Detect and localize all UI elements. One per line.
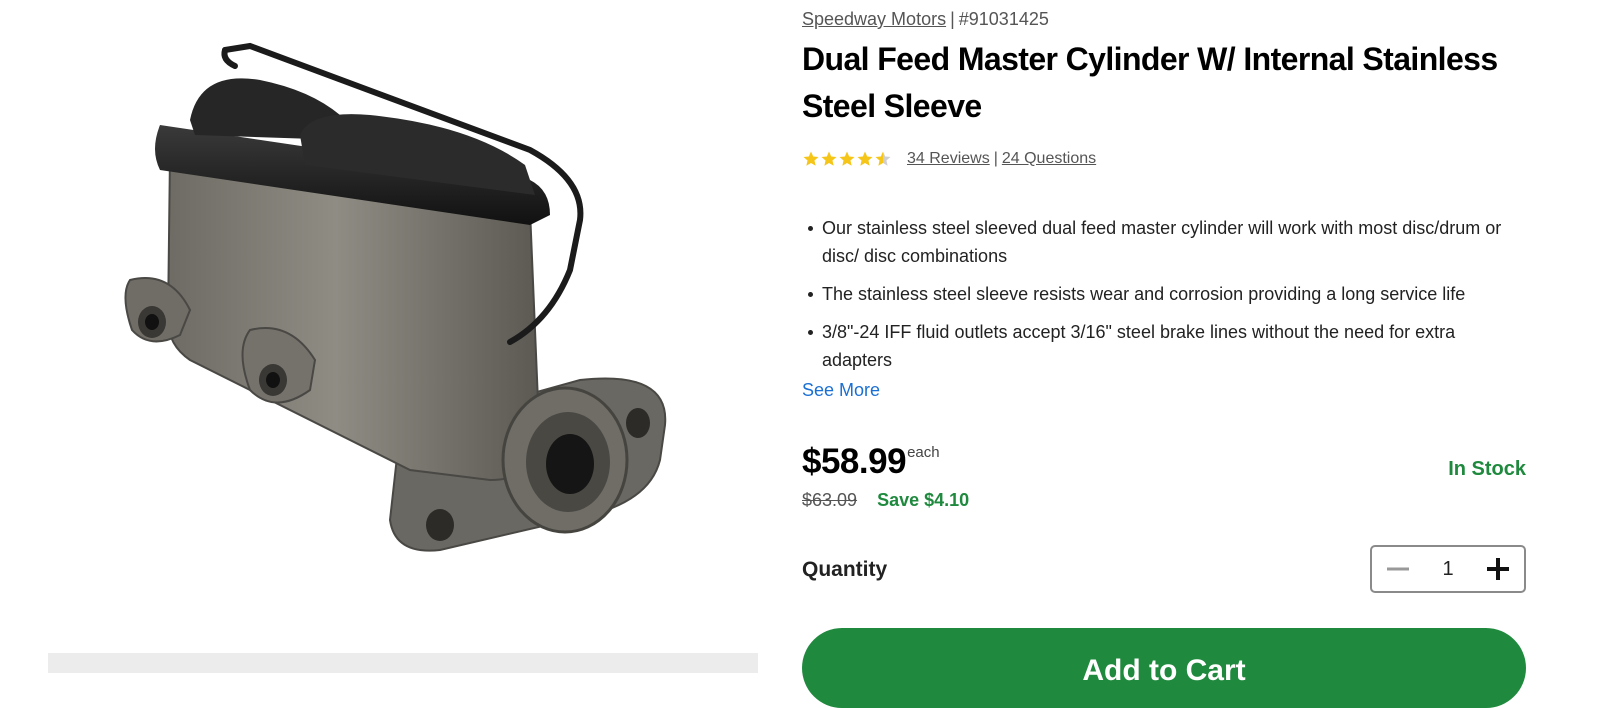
- product-gallery: [0, 0, 760, 673]
- rating-row: 34 Reviews | 24 Questions: [802, 150, 1096, 168]
- brand-link[interactable]: Speedway Motors: [802, 9, 946, 29]
- savings-badge: Save $4.10: [877, 490, 970, 510]
- add-to-cart-button[interactable]: Add to Cart: [802, 628, 1526, 708]
- price-row: $58.99 each: [802, 442, 940, 482]
- feature-item: 3/8"-24 IFF fluid outlets accept 3/16" s…: [808, 318, 1526, 374]
- star-half-icon: [875, 151, 891, 166]
- price: $58.99: [802, 442, 907, 481]
- minus-icon: [1387, 567, 1409, 571]
- star-icon: [821, 151, 837, 166]
- star-icon: [803, 151, 819, 166]
- thumbnail-strip: [48, 653, 758, 673]
- feature-item: The stainless steel sleeve resists wear …: [808, 280, 1526, 308]
- product-title: Dual Feed Master Cylinder W/ Internal St…: [802, 41, 1498, 124]
- quantity-stepper: 1: [1370, 545, 1526, 593]
- star-icon: [857, 151, 873, 166]
- product-info: Speedway Motors | #91031425 Dual Feed Mast…: [802, 0, 1526, 708]
- quantity-label: Quantity: [802, 558, 888, 581]
- sku: #91031425: [958, 9, 1049, 29]
- plus-icon: [1487, 558, 1509, 580]
- separator: |: [950, 9, 955, 29]
- decrease-quantity-button[interactable]: [1372, 547, 1424, 591]
- product-image[interactable]: [110, 30, 700, 590]
- see-more-link[interactable]: See More: [802, 380, 880, 401]
- quantity-value[interactable]: 1: [1442, 558, 1453, 581]
- stock-status: In Stock: [1448, 458, 1526, 480]
- separator: |: [993, 150, 998, 167]
- star-icon: [839, 151, 855, 166]
- was-price: $63.09: [802, 490, 858, 510]
- increase-quantity-button[interactable]: [1472, 547, 1524, 591]
- price-unit: each: [907, 444, 940, 461]
- questions-link[interactable]: 24 Questions: [1002, 150, 1096, 168]
- star-rating[interactable]: [802, 150, 892, 168]
- brand-row: Speedway Motors | #91031425: [802, 9, 1049, 30]
- feature-item: Our stainless steel sleeved dual feed ma…: [808, 214, 1526, 270]
- reviews-link[interactable]: 34 Reviews: [907, 150, 990, 168]
- feature-list: Our stainless steel sleeved dual feed ma…: [808, 214, 1526, 384]
- was-price-row: $63.09 Save $4.10: [802, 490, 969, 511]
